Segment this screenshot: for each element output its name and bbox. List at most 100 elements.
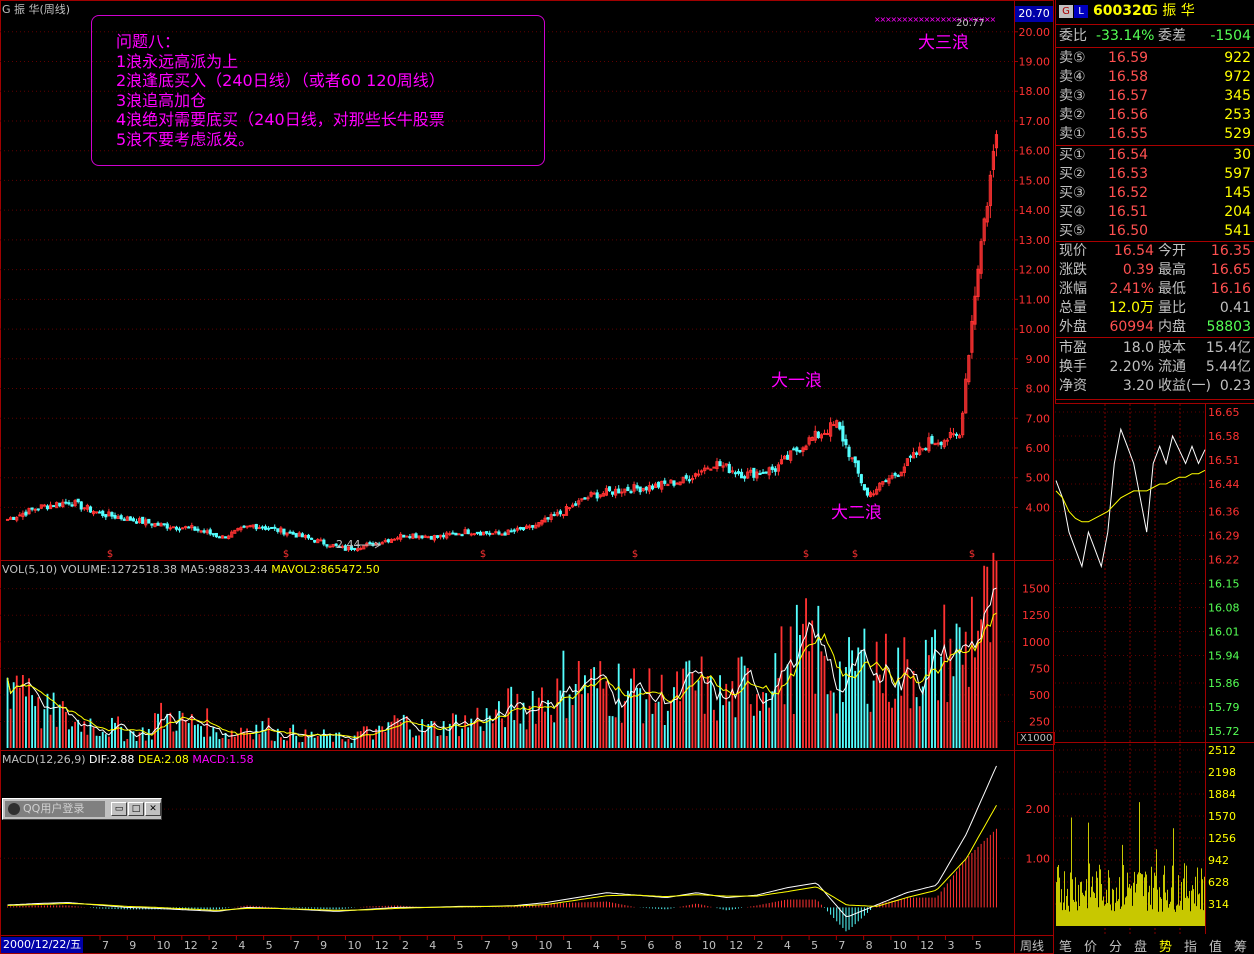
macd-tick-label: 1.00 bbox=[1026, 852, 1051, 865]
macd-dif: DIF:2.88 bbox=[89, 753, 135, 766]
tab-6[interactable]: 值 bbox=[1209, 936, 1222, 954]
date-readout: 2000/12/22/五 bbox=[1, 937, 84, 953]
date-tick-label: 2 bbox=[757, 939, 764, 952]
candle-body bbox=[841, 425, 845, 442]
macd-name: MACD(12,26,9) bbox=[2, 753, 86, 766]
candle-body bbox=[224, 536, 228, 539]
intraday-price-label: 16.01 bbox=[1208, 626, 1240, 639]
candle-body bbox=[67, 502, 71, 505]
candle-body bbox=[672, 480, 676, 486]
qq-title[interactable]: QQ用户登录 bbox=[5, 801, 105, 817]
buy-label: 买③ bbox=[1059, 185, 1086, 201]
date-tick-label: 7 bbox=[293, 939, 300, 952]
weibi-value: -33.14% bbox=[1096, 28, 1155, 44]
stat-l2: 收益(一) bbox=[1158, 378, 1211, 394]
stock-name: G 振 华 bbox=[1147, 3, 1195, 19]
tab-3[interactable]: 盘 bbox=[1134, 936, 1147, 954]
date-tick-label: 12 bbox=[920, 939, 934, 952]
chart-title: G 振 华(周线) bbox=[2, 3, 71, 16]
date-tick-label: 2 bbox=[211, 939, 218, 952]
candle-body bbox=[122, 518, 126, 521]
s-marker-icon: $ bbox=[283, 549, 289, 560]
quote-header: G L 600320 G 振 华 bbox=[1056, 2, 1254, 21]
tab-0[interactable]: 笔 bbox=[1059, 936, 1072, 954]
candle-body bbox=[822, 432, 827, 435]
candle-body bbox=[79, 501, 83, 510]
price-tick-label: 15.00 bbox=[1019, 174, 1051, 187]
candle-body bbox=[583, 497, 587, 500]
maximize-button[interactable]: □ bbox=[128, 802, 144, 816]
stat-l2: 今开 bbox=[1158, 243, 1186, 259]
candle-body bbox=[217, 536, 222, 539]
candle-body bbox=[954, 433, 959, 436]
candle-body bbox=[626, 486, 630, 492]
candle-body bbox=[733, 472, 737, 475]
stat-v1: 3.20 bbox=[1122, 378, 1154, 394]
buy-label: 买① bbox=[1059, 147, 1086, 163]
volume-ma5: MA5:988233.44 bbox=[180, 563, 268, 576]
date-tick-label: 9 bbox=[511, 939, 518, 952]
candle-body bbox=[663, 480, 667, 484]
buy-volume: 145 bbox=[1224, 185, 1251, 201]
macd-dea-line bbox=[7, 804, 997, 911]
tab-7[interactable]: 筹 bbox=[1234, 936, 1247, 954]
candle-body bbox=[687, 479, 691, 482]
restore-button[interactable]: ▭ bbox=[111, 802, 127, 816]
candle-body bbox=[448, 533, 452, 536]
candle-body bbox=[70, 504, 74, 507]
candle-body bbox=[95, 511, 99, 514]
date-tick-label: 4 bbox=[429, 939, 436, 952]
sell-price: 16.59 bbox=[1108, 50, 1149, 66]
buy-price: 16.52 bbox=[1108, 185, 1149, 201]
candle-body bbox=[650, 485, 655, 490]
date-tick-label: 8 bbox=[866, 939, 873, 952]
tab-2[interactable]: 分 bbox=[1109, 936, 1122, 954]
weicha-value: -1504 bbox=[1210, 28, 1251, 44]
close-button[interactable]: ✕ bbox=[145, 802, 161, 816]
candle-body bbox=[214, 532, 218, 538]
annotation-line: 3浪追高加仓 bbox=[116, 90, 207, 110]
sell-row: 卖② 16.56 253 bbox=[1056, 106, 1254, 125]
candle-body bbox=[396, 537, 400, 540]
candle-body bbox=[36, 508, 40, 511]
date-tick-label: 3 bbox=[947, 939, 954, 952]
candle-body bbox=[795, 447, 799, 452]
price-tick-label: 4.00 bbox=[1026, 501, 1051, 514]
candle-body bbox=[98, 511, 102, 514]
annotation-line: 1浪永远高派为上 bbox=[116, 51, 239, 71]
period-label[interactable]: 周线 bbox=[1020, 937, 1044, 954]
stat-row: 涨跌 0.39 最高 16.65 bbox=[1056, 261, 1254, 280]
candle-body bbox=[739, 471, 744, 479]
candle-body bbox=[187, 526, 191, 529]
qq-login-window[interactable]: QQ用户登录 ▭ □ ✕ bbox=[2, 798, 162, 820]
candle-body bbox=[786, 454, 790, 460]
candle-body bbox=[119, 515, 123, 520]
volume-tick-label: 1250 bbox=[1022, 609, 1050, 622]
tab-5[interactable]: 指 bbox=[1184, 936, 1197, 954]
l-badge-icon: L bbox=[1074, 5, 1088, 18]
intraday-vol-label: 628 bbox=[1208, 876, 1229, 889]
tab-1[interactable]: 价 bbox=[1084, 936, 1097, 954]
buy-volume: 30 bbox=[1233, 147, 1251, 163]
candle-body bbox=[933, 443, 937, 446]
candle-body bbox=[610, 491, 615, 495]
candle-body bbox=[546, 517, 550, 520]
intraday-price-label: 16.58 bbox=[1208, 430, 1240, 443]
candle-body bbox=[620, 491, 624, 494]
macd-header: MACD(12,26,9) DIF:2.88 DEA:2.08 MACD:1.5… bbox=[2, 753, 254, 766]
volume-tick-label: 1500 bbox=[1022, 583, 1050, 596]
stock-code: 600320 bbox=[1093, 3, 1152, 19]
price-tick-label: 10.00 bbox=[1019, 323, 1051, 336]
candle-body bbox=[202, 530, 206, 533]
candle-body bbox=[460, 534, 464, 537]
candle-body bbox=[915, 452, 919, 455]
candle-body bbox=[414, 533, 418, 538]
candle-body bbox=[101, 510, 105, 516]
tab-4[interactable]: 势 bbox=[1159, 936, 1172, 954]
candle-body bbox=[509, 530, 513, 533]
candle-body bbox=[558, 510, 562, 515]
quote-panel: G L 600320 G 振 华 委比 -33.14% 委差 -1504 卖⑤ 1… bbox=[1055, 0, 1254, 403]
s-marker-icon: $ bbox=[969, 549, 975, 560]
low-arrow-icon bbox=[356, 541, 381, 549]
stat-v2: 16.16 bbox=[1210, 281, 1251, 297]
